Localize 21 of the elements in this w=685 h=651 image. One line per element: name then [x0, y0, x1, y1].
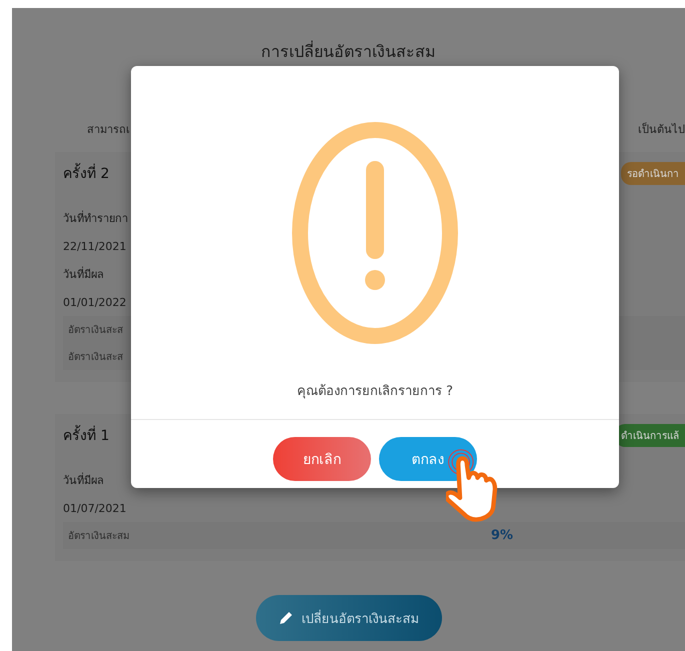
field-label: วันที่ทำรายกา	[63, 210, 128, 227]
field-value: 22/11/2021	[63, 240, 126, 252]
dialog-message: คุณต้องการยกเลิกรายการ ?	[296, 383, 454, 401]
rate-label: อัตราเงินสะส	[68, 324, 124, 337]
field-value: 01/01/2022	[63, 296, 126, 308]
rate-label: อัตราเงินสะส	[68, 351, 124, 364]
field-label: วันที่มีผล	[63, 266, 104, 283]
change-rate-button[interactable]: เปลี่ยนอัตราเงินสะสม	[256, 595, 442, 641]
record-heading: ครั้งที่ 1	[63, 424, 110, 446]
rate-label: อัตราเงินสะสม	[68, 530, 131, 543]
field-label: วันที่มีผล	[63, 472, 104, 489]
note-text: เป็นต้นไป	[638, 121, 685, 138]
note-text: สามารถเ	[87, 122, 130, 138]
rate-value: 9%	[491, 528, 514, 543]
status-badge: รอดำเนินกา	[621, 162, 685, 184]
pencil-icon	[278, 610, 294, 626]
field-value: 01/07/2021	[63, 502, 126, 514]
warning-icon	[290, 120, 460, 346]
page-title: การเปลี่ยนอัตราเงินสะสม	[261, 42, 436, 63]
record-heading: ครั้งที่ 2	[63, 162, 110, 184]
cancel-button[interactable]: ยกเลิก	[273, 437, 371, 481]
